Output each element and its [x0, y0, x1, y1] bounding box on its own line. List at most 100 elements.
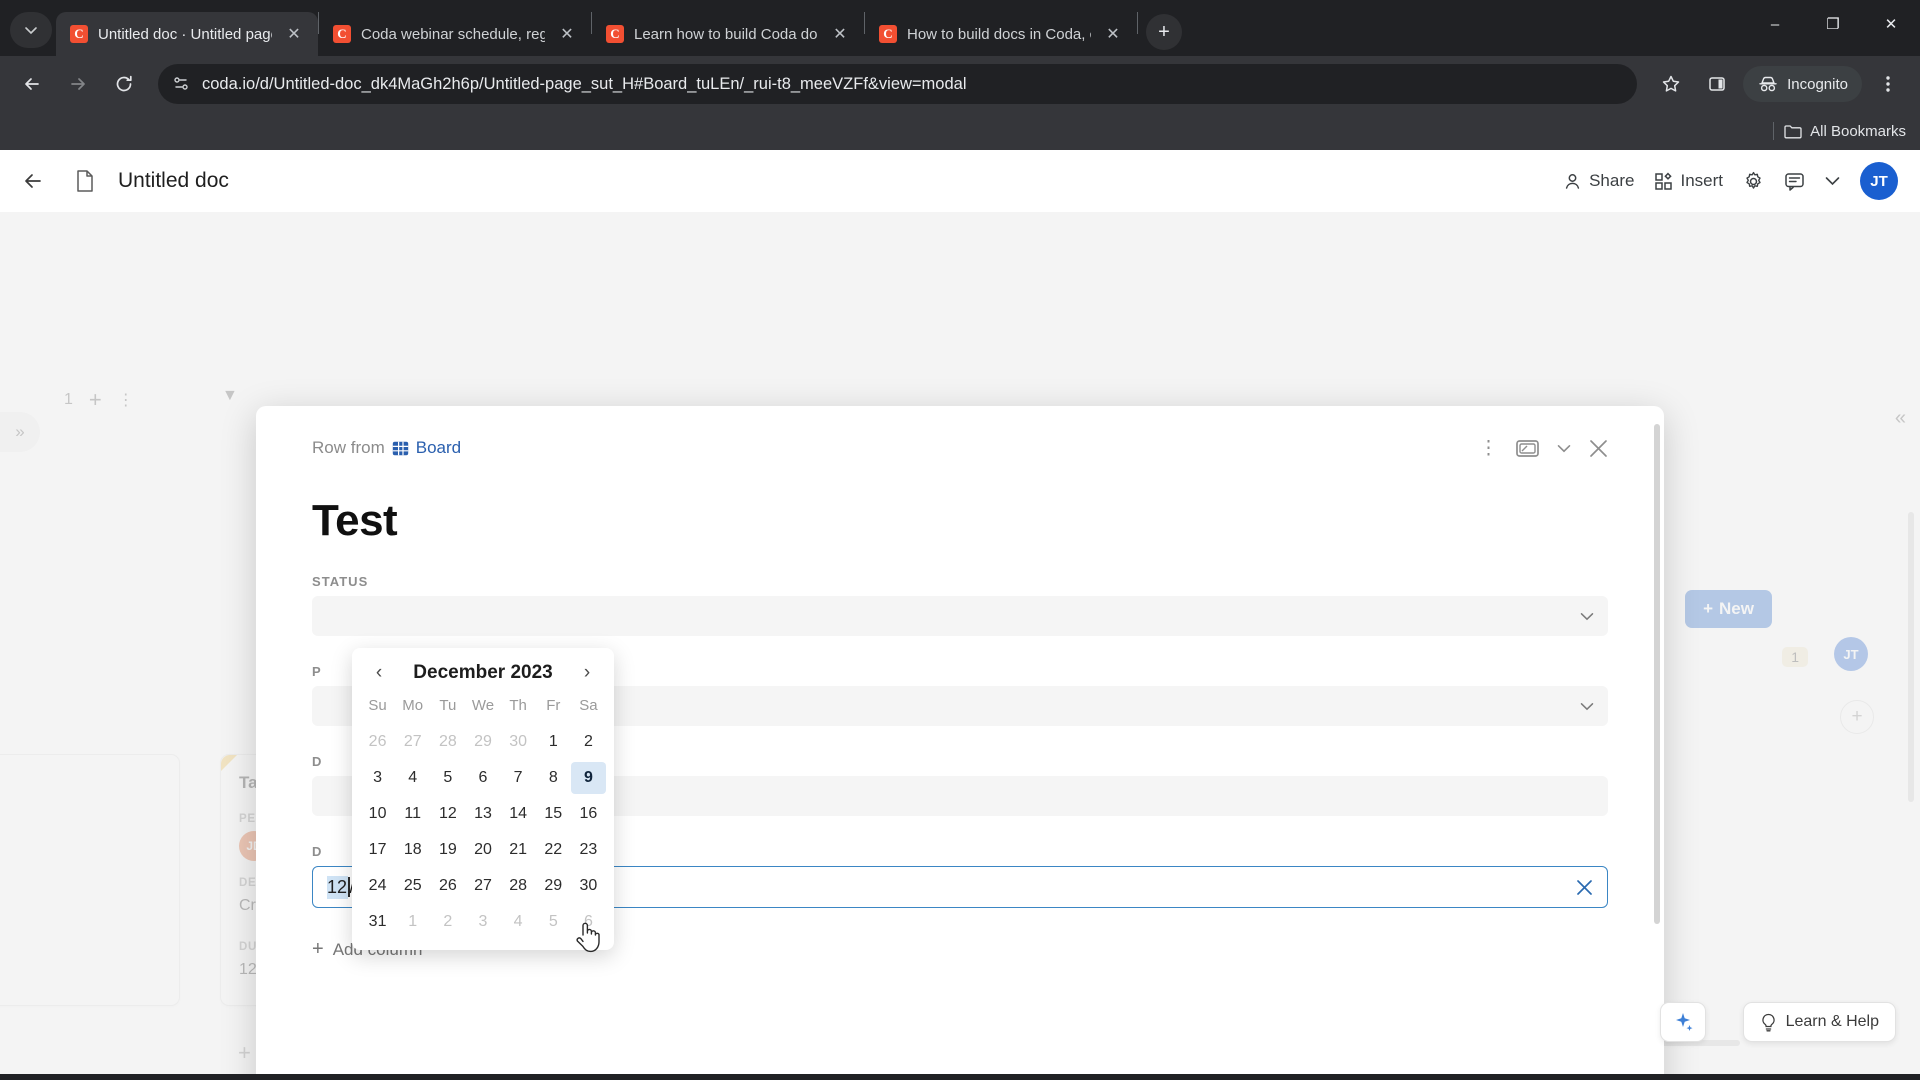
- calendar-day[interactable]: 22: [536, 834, 571, 866]
- calendar-day[interactable]: 26: [430, 870, 465, 902]
- weekday-header: Su: [368, 697, 387, 714]
- window-controls: – ❐ ✕: [1746, 0, 1920, 48]
- ai-assistant-button[interactable]: [1660, 1002, 1706, 1042]
- calendar-day[interactable]: 15: [536, 798, 571, 830]
- calendar-day[interactable]: 11: [395, 798, 430, 830]
- close-icon[interactable]: ✕: [282, 22, 306, 46]
- calendar-day[interactable]: 19: [430, 834, 465, 866]
- modal-scrollbar[interactable]: [1654, 424, 1660, 924]
- kebab-menu-icon[interactable]: ⋮: [1479, 437, 1498, 460]
- calendar-day[interactable]: 26: [360, 726, 395, 758]
- calendar-day[interactable]: 2: [571, 726, 606, 758]
- source-table-link[interactable]: Board: [392, 438, 461, 458]
- calendar-day[interactable]: 30: [501, 726, 536, 758]
- date-month-segment[interactable]: 12: [327, 875, 349, 899]
- avatar[interactable]: JT: [1860, 162, 1898, 200]
- browser-tab-0[interactable]: C Untitled doc · Untitled page ✕: [56, 12, 318, 56]
- calendar-day[interactable]: 28: [501, 870, 536, 902]
- calendar-day[interactable]: 23: [571, 834, 606, 866]
- calendar-day[interactable]: 14: [501, 798, 536, 830]
- chevron-down-icon[interactable]: [1580, 702, 1594, 711]
- calendar-day[interactable]: 2: [430, 906, 465, 938]
- new-tab-button[interactable]: +: [1146, 14, 1182, 50]
- calendar-day[interactable]: 10: [360, 798, 395, 830]
- calendar-day[interactable]: 3: [465, 906, 500, 938]
- calendar-day[interactable]: 28: [430, 726, 465, 758]
- calendar-day[interactable]: 27: [395, 726, 430, 758]
- forward-icon[interactable]: [58, 64, 98, 104]
- calendar-day[interactable]: 20: [465, 834, 500, 866]
- calendar-day[interactable]: 21: [501, 834, 536, 866]
- source-table-name: Board: [415, 438, 462, 457]
- close-icon[interactable]: [1589, 439, 1608, 458]
- calendar-day[interactable]: 30: [571, 870, 606, 902]
- gear-icon[interactable]: [1743, 171, 1764, 192]
- calendar-day[interactable]: 27: [465, 870, 500, 902]
- calendar-day[interactable]: 31: [360, 906, 395, 938]
- browser-tab-3[interactable]: C How to build docs in Coda, cre ✕: [865, 12, 1137, 56]
- document-icon[interactable]: [68, 164, 102, 198]
- next-month-button[interactable]: ›: [576, 662, 598, 684]
- side-panel-icon[interactable]: [1697, 64, 1737, 104]
- page-title[interactable]: Untitled doc: [118, 169, 229, 193]
- minimize-button[interactable]: –: [1746, 0, 1804, 48]
- incognito-indicator[interactable]: Incognito: [1743, 66, 1862, 102]
- field-input-status[interactable]: [312, 596, 1608, 636]
- calendar-day-selected[interactable]: 9: [570, 762, 606, 794]
- reload-icon[interactable]: [104, 64, 144, 104]
- incognito-icon: [1757, 75, 1779, 93]
- comment-icon[interactable]: [1784, 172, 1805, 191]
- chevron-down-icon[interactable]: [1825, 176, 1840, 186]
- browser-tab-2[interactable]: C Learn how to build Coda docs ✕: [592, 12, 864, 56]
- calendar-day[interactable]: 18: [395, 834, 430, 866]
- address-bar[interactable]: coda.io/d/Untitled-doc_dk4MaGh2h6p/Untit…: [158, 64, 1638, 104]
- browser-tab-1[interactable]: C Coda webinar schedule, regist ✕: [319, 12, 591, 56]
- share-button[interactable]: Share: [1563, 171, 1634, 191]
- clear-date-icon[interactable]: [1576, 879, 1593, 896]
- star-icon[interactable]: [1651, 64, 1691, 104]
- all-bookmarks-button[interactable]: All Bookmarks: [1784, 123, 1906, 140]
- calendar-day[interactable]: 24: [360, 870, 395, 902]
- close-icon[interactable]: ✕: [1101, 22, 1125, 46]
- web-page: Untitled doc Share Insert JT Row from Bo…: [0, 150, 1920, 1074]
- chevron-down-icon[interactable]: [1557, 444, 1571, 453]
- card-layout-icon[interactable]: [1516, 439, 1539, 458]
- maximize-button[interactable]: ❐: [1804, 0, 1862, 48]
- doc-back-icon[interactable]: [22, 171, 52, 191]
- calendar-day[interactable]: 29: [465, 726, 500, 758]
- share-label: Share: [1589, 171, 1635, 190]
- calendar-day[interactable]: 7: [501, 762, 536, 794]
- calendar-day[interactable]: 4: [395, 762, 430, 794]
- calendar-day[interactable]: 1: [395, 906, 430, 938]
- calendar-day[interactable]: 5: [536, 906, 571, 938]
- close-icon[interactable]: ✕: [555, 22, 579, 46]
- calendar-day[interactable]: 29: [536, 870, 571, 902]
- modal-tools: ⋮: [1479, 437, 1608, 460]
- calendar-day[interactable]: 5: [430, 762, 465, 794]
- calendar-day[interactable]: 8: [536, 762, 571, 794]
- tab-search-button[interactable]: [10, 12, 52, 48]
- calendar-day[interactable]: 4: [501, 906, 536, 938]
- calendar-day[interactable]: 25: [395, 870, 430, 902]
- close-window-button[interactable]: ✕: [1862, 0, 1920, 48]
- kebab-menu-icon[interactable]: [1868, 64, 1908, 104]
- close-icon[interactable]: ✕: [828, 22, 852, 46]
- chevron-down-icon[interactable]: [1580, 612, 1594, 621]
- calendar-day[interactable]: 16: [571, 798, 606, 830]
- learn-help-button[interactable]: Learn & Help: [1742, 1002, 1896, 1042]
- person-icon: [1563, 172, 1582, 191]
- row-title[interactable]: Test: [312, 496, 1608, 546]
- field-label-status: STATUS: [312, 574, 369, 589]
- insert-button[interactable]: Insert: [1654, 171, 1723, 191]
- calendar-day[interactable]: 6: [465, 762, 500, 794]
- calendar-day[interactable]: 12: [430, 798, 465, 830]
- prev-month-button[interactable]: ‹: [368, 662, 390, 684]
- site-settings-icon[interactable]: [172, 75, 190, 93]
- weekday-header: Th: [509, 697, 527, 714]
- calendar-day[interactable]: 1: [536, 726, 571, 758]
- calendar-day[interactable]: 3: [360, 762, 395, 794]
- calendar-day[interactable]: 13: [465, 798, 500, 830]
- tab-separator: [1137, 12, 1138, 34]
- back-icon[interactable]: [12, 64, 52, 104]
- calendar-day[interactable]: 17: [360, 834, 395, 866]
